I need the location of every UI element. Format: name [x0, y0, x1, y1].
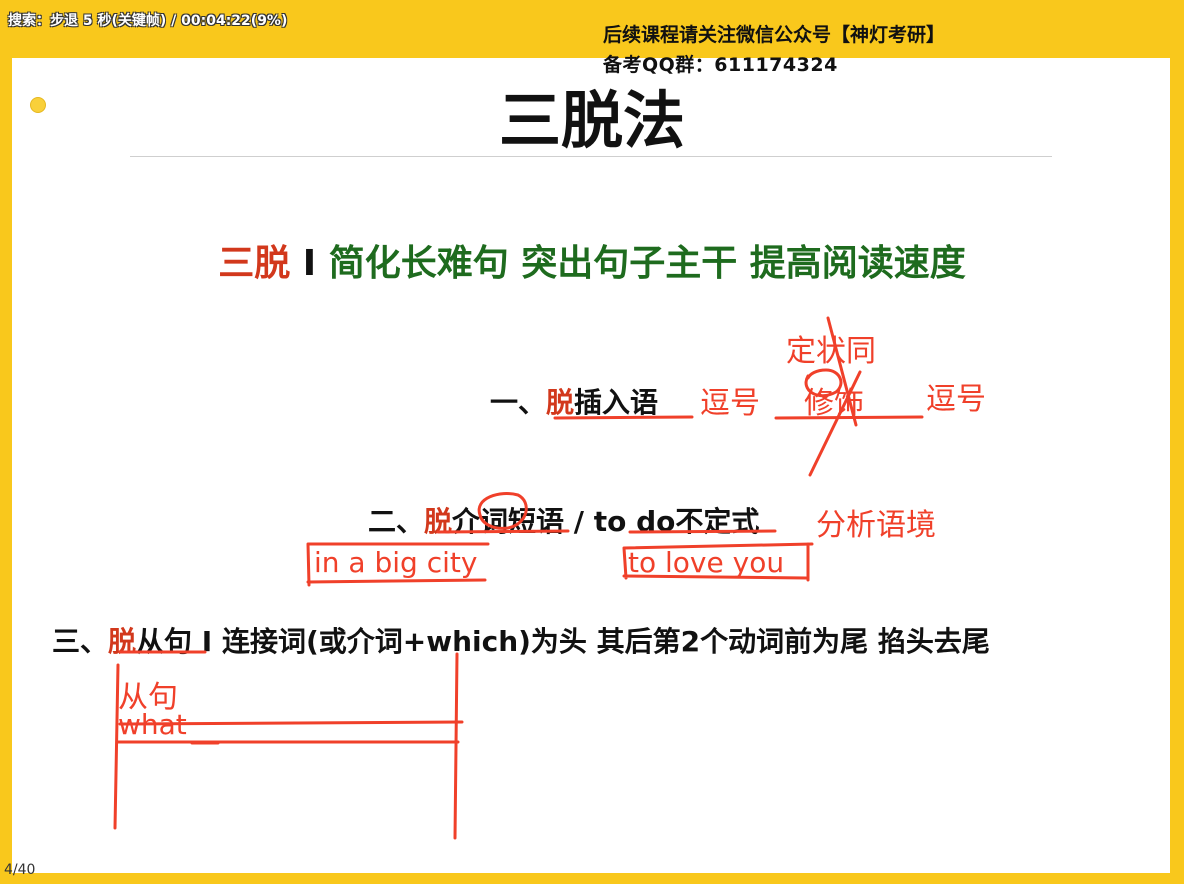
watermark-qq-group: 备考QQ群：611174324 [603, 54, 838, 76]
stroke-underline-blank [774, 415, 924, 420]
stroke-underline-prep [436, 529, 570, 534]
stroke-underline-todo [628, 529, 777, 534]
stroke-underline-insertion [553, 415, 694, 420]
stroke-horizontal-top [118, 720, 464, 726]
stroke-cross-2 [808, 370, 862, 477]
stroke-box-example1 [306, 542, 490, 587]
stroke-box-example2 [622, 542, 814, 582]
stroke-vertical-left [113, 663, 120, 830]
stroke-circle-prep [477, 492, 528, 530]
stroke-circle-modify [804, 368, 843, 398]
pen-strokes-layer [113, 316, 924, 840]
watermark-wechat-notice: 后续课程请关注微信公众号【神灯考研】 [603, 24, 946, 46]
stroke-vertical-right [453, 652, 459, 840]
